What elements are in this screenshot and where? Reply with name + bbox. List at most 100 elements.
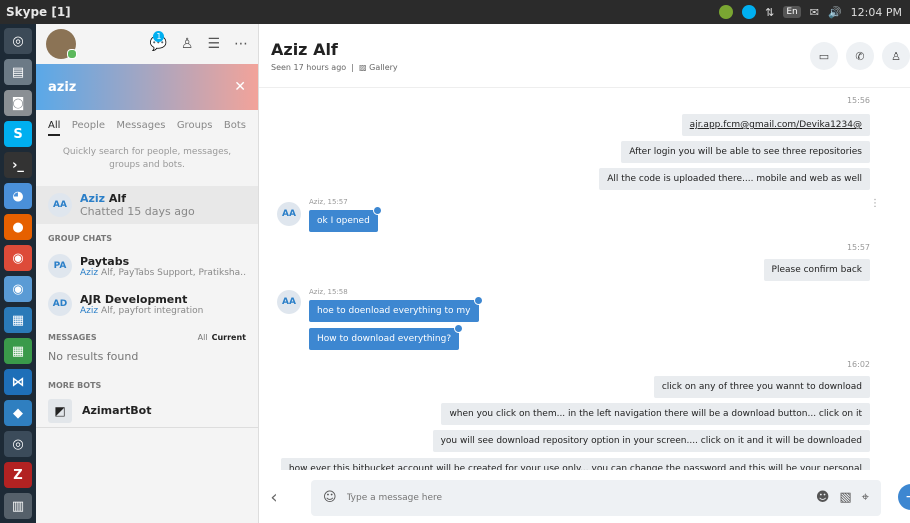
reaction-icon[interactable] bbox=[473, 296, 483, 305]
bot-name: AzimartBot bbox=[82, 404, 152, 417]
group-avatar: PA bbox=[48, 254, 72, 278]
group-chats-heading: GROUP CHATS bbox=[48, 234, 113, 243]
reaction-icon[interactable] bbox=[372, 206, 382, 215]
chrome-icon[interactable]: ◉ bbox=[4, 245, 32, 271]
group-item[interactable]: AD AJR Development Aziz Alf, payfort int… bbox=[36, 285, 258, 323]
emoji-icon[interactable]: ☺ bbox=[323, 490, 337, 505]
video-call-icon[interactable]: ▭ bbox=[810, 42, 838, 70]
group-item[interactable]: PA Paytabs Aziz Alf, PayTabs Support, Pr… bbox=[36, 247, 258, 285]
conversation-pane: Aziz Alf Seen 17 hours ago | ▨ Gallery ▭… bbox=[259, 24, 910, 523]
group-members: Aziz Alf, payfort integration bbox=[80, 305, 204, 316]
window-title: Skype [1] bbox=[6, 5, 71, 19]
outgoing-message[interactable]: click on any of three you wannt to downl… bbox=[653, 376, 870, 398]
sender-avatar: AA bbox=[277, 202, 301, 226]
keyboard-layout[interactable]: En bbox=[783, 6, 801, 18]
contact-name: Aziz Alf bbox=[80, 192, 126, 205]
volume-icon[interactable]: 🔊 bbox=[828, 6, 842, 19]
conversation-status: Seen 17 hours ago | ▨ Gallery bbox=[271, 63, 398, 72]
filezilla-icon[interactable]: Z bbox=[4, 462, 32, 488]
update-icon[interactable] bbox=[719, 5, 734, 19]
more-icon[interactable]: ⋯ bbox=[234, 36, 248, 52]
system-top-bar: Skype [1] ⇅ En ✉ 🔊 12:04 PM bbox=[0, 0, 910, 24]
close-icon[interactable]: ✕ bbox=[234, 79, 246, 95]
sticker-icon[interactable]: ☻ bbox=[816, 490, 830, 505]
bot-icon: ◩ bbox=[48, 398, 72, 423]
contact-result[interactable]: AA Aziz Alf Chatted 15 days ago bbox=[36, 186, 258, 224]
audio-call-icon[interactable]: ✆ bbox=[846, 42, 874, 70]
launcher: ◎ ▤ ◙ S ›_ ◕ ● ◉ ◉ ▦ ▦ ⋈ ◆ ◎ Z ▥ bbox=[0, 24, 36, 523]
timestamp: 16:02 bbox=[846, 360, 870, 369]
timestamp: 15:57 bbox=[846, 243, 870, 252]
trash-icon[interactable]: ▥ bbox=[4, 493, 32, 519]
outgoing-message[interactable]: when you click on them... in the left na… bbox=[441, 403, 870, 425]
network-icon[interactable]: ⇅ bbox=[765, 6, 774, 19]
new-chat-icon[interactable]: 💬 1 bbox=[149, 31, 167, 52]
bot-item[interactable]: ◩ AzimartBot bbox=[36, 394, 258, 428]
compose-box: ☺ ☻ ▧ ⌖ bbox=[311, 479, 881, 516]
contacts-icon[interactable]: ♙ bbox=[181, 36, 194, 52]
message-options-icon[interactable]: ⋮ bbox=[870, 198, 880, 209]
conversation-title[interactable]: Aziz Alf bbox=[271, 40, 898, 59]
filter-people[interactable]: People bbox=[72, 120, 105, 140]
message-list[interactable]: 15:56 ajr.app.fcm@gmail.com/Devika1234@ … bbox=[259, 92, 910, 470]
new-group-icon[interactable]: ☰ bbox=[207, 36, 220, 52]
outgoing-message[interactable]: you will see download repository option … bbox=[432, 430, 870, 452]
message-meta: Aziz, 15:58 bbox=[309, 288, 348, 296]
message-meta: Aziz, 15:57 bbox=[309, 198, 348, 206]
search-hint: Quickly search for people, messages, gro… bbox=[62, 147, 232, 170]
add-icon[interactable]: + bbox=[898, 484, 910, 510]
outgoing-message[interactable]: After login you will be able to see thre… bbox=[621, 141, 870, 163]
incoming-message[interactable]: hoe to doenload everything to my bbox=[309, 296, 483, 322]
contact-avatar: AA bbox=[48, 193, 72, 217]
group-name: Paytabs bbox=[80, 254, 130, 268]
back-icon[interactable]: ‹ bbox=[259, 487, 289, 508]
dash-icon[interactable]: ◎ bbox=[4, 28, 32, 54]
sender-avatar: AA bbox=[277, 290, 301, 314]
gallery-link[interactable]: Gallery bbox=[369, 63, 398, 72]
filter-groups[interactable]: Groups bbox=[177, 120, 213, 140]
files-icon[interactable]: ▤ bbox=[4, 59, 32, 85]
sidebar-header: 💬 1 ♙ ☰ ⋯ bbox=[36, 24, 258, 64]
incoming-message[interactable]: How to download everything? bbox=[309, 324, 464, 350]
writer-icon[interactable]: ▦ bbox=[4, 307, 32, 333]
skype-tray-icon[interactable] bbox=[742, 5, 757, 19]
contact-status: Chatted 15 days ago bbox=[80, 205, 195, 218]
group-name: AJR Development bbox=[80, 292, 188, 306]
chromium-icon[interactable]: ◉ bbox=[4, 276, 32, 302]
firefox-icon[interactable]: ● bbox=[4, 214, 32, 240]
search-bar: ✕ bbox=[36, 64, 258, 110]
filter-messages[interactable]: Messages bbox=[116, 120, 165, 140]
location-icon[interactable]: ⌖ bbox=[862, 490, 869, 505]
filter-bots[interactable]: Bots bbox=[224, 120, 246, 140]
incoming-message[interactable]: ok I opened bbox=[309, 206, 382, 232]
mail-icon[interactable]: ✉ bbox=[810, 6, 819, 19]
search-input[interactable] bbox=[48, 79, 218, 95]
group-members: Aziz Alf, PayTabs Support, Pratiksha R..… bbox=[80, 267, 246, 278]
outgoing-message[interactable]: Please confirm back bbox=[763, 259, 870, 281]
notification-badge: 1 bbox=[153, 31, 165, 42]
skype-app-icon[interactable]: S bbox=[4, 121, 32, 147]
clock[interactable]: 12:04 PM bbox=[851, 6, 902, 19]
gallery-icon[interactable]: ▨ bbox=[359, 63, 367, 72]
filter-all[interactable]: All bbox=[48, 120, 61, 136]
file-icon[interactable]: ▧ bbox=[839, 490, 851, 505]
terminal-icon[interactable]: ›_ bbox=[4, 152, 32, 178]
my-avatar[interactable] bbox=[46, 29, 77, 59]
eye-icon[interactable]: ◎ bbox=[4, 431, 32, 457]
reaction-icon[interactable] bbox=[454, 324, 464, 333]
messages-heading: MESSAGES All Current bbox=[48, 333, 246, 342]
vscode-icon[interactable]: ⋈ bbox=[4, 369, 32, 395]
message-input[interactable] bbox=[346, 492, 806, 503]
messages-filter-all[interactable]: All bbox=[198, 333, 208, 342]
box-icon[interactable]: ◆ bbox=[4, 400, 32, 426]
timestamp: 15:56 bbox=[846, 96, 870, 105]
bird-icon[interactable]: ◕ bbox=[4, 183, 32, 209]
messages-filter-current[interactable]: Current bbox=[212, 333, 246, 342]
outgoing-message[interactable]: how ever this bitbucket account will be … bbox=[280, 458, 870, 470]
compose-bar: ‹ ☺ ☻ ▧ ⌖ + bbox=[259, 472, 910, 523]
calc-icon[interactable]: ▦ bbox=[4, 338, 32, 364]
outgoing-message[interactable]: ajr.app.fcm@gmail.com/Devika1234@ bbox=[681, 114, 870, 136]
camera-icon[interactable]: ◙ bbox=[4, 90, 32, 116]
outgoing-message[interactable]: All the code is uploaded there.... mobil… bbox=[599, 168, 870, 190]
add-people-icon[interactable]: ♙ bbox=[882, 42, 910, 70]
